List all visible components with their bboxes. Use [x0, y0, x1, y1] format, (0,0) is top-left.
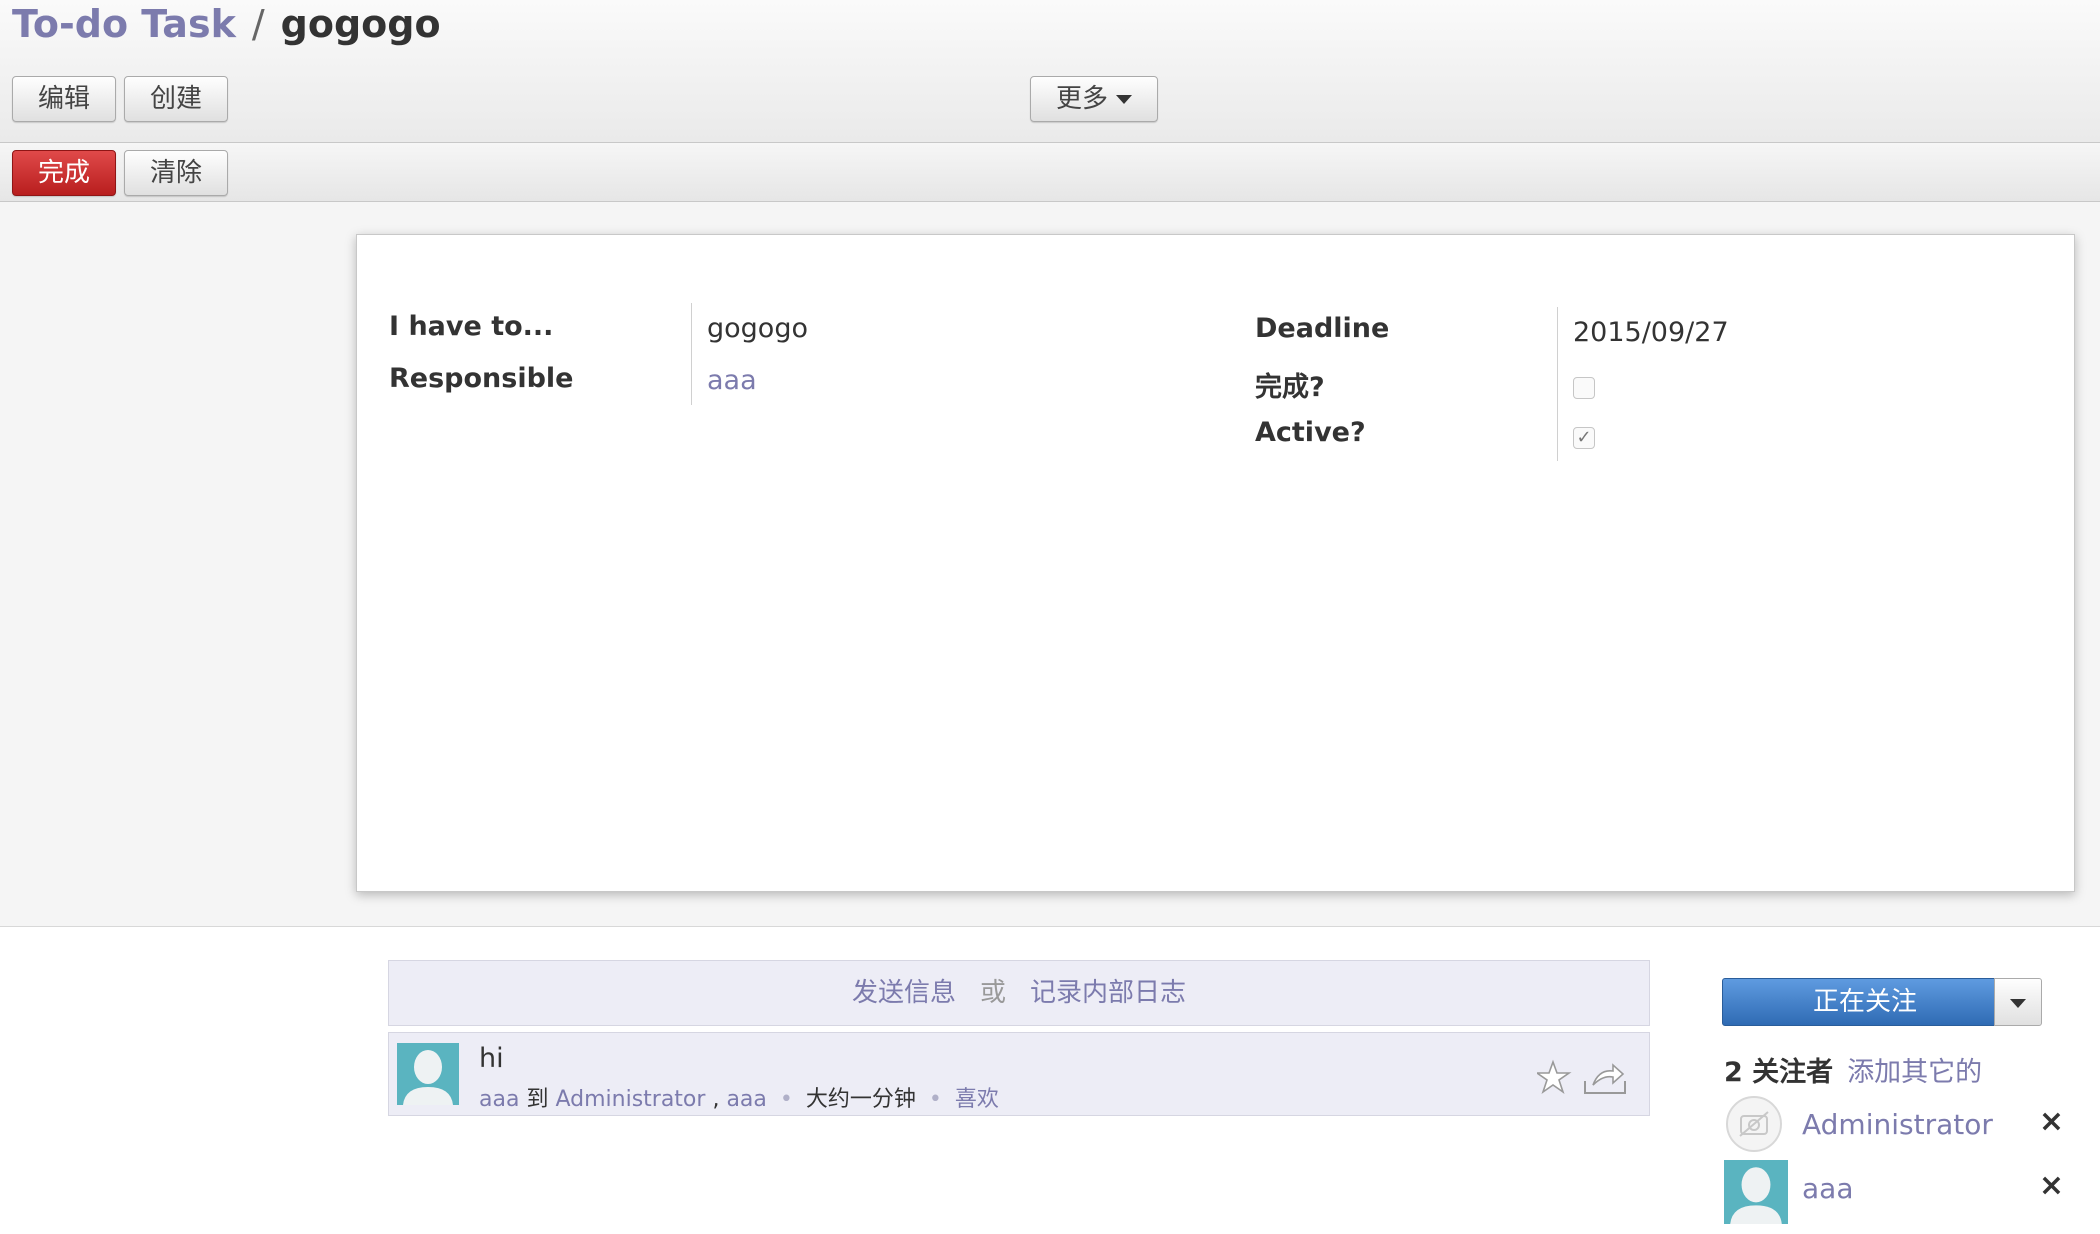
message-comma: ,	[712, 1087, 720, 1112]
follower-name-link[interactable]: Administrator	[1802, 1108, 1993, 1141]
message-recipient-link[interactable]: Administrator	[555, 1087, 705, 1112]
breadcrumb-separator: /	[251, 2, 265, 46]
like-link[interactable]: 喜欢	[955, 1087, 999, 1112]
person-silhouette-icon	[403, 1050, 453, 1105]
follow-options-dropdown[interactable]	[1994, 978, 2042, 1026]
star-icon[interactable]	[1534, 1059, 1572, 1095]
message-to-text: 到	[526, 1087, 549, 1112]
field-value-name: gogogo	[707, 313, 808, 344]
done-button[interactable]: 完成	[12, 150, 116, 196]
remove-follower-icon[interactable]: ×	[2039, 1168, 2064, 1203]
follower-item: Administrator ×	[1724, 1096, 2064, 1160]
field-value-responsible-link[interactable]: aaa	[707, 365, 757, 396]
field-divider-right	[1557, 307, 1558, 461]
follower-name-link[interactable]: aaa	[1802, 1172, 1853, 1205]
log-note-link[interactable]: 记录内部日志	[1030, 978, 1186, 1008]
field-value-deadline: 2015/09/27	[1573, 317, 1729, 348]
field-label-active: Active?	[1255, 417, 1366, 448]
create-button[interactable]: 创建	[124, 76, 228, 122]
breadcrumb-current: gogogo	[280, 2, 441, 46]
breadcrumb-parent-link[interactable]: To-do Task	[12, 2, 236, 46]
composer-or-text: 或	[979, 978, 1006, 1008]
more-button-label: 更多	[1055, 84, 1108, 114]
status-bar: 完成 清除	[0, 143, 2100, 202]
field-label-done: 完成?	[1255, 372, 1325, 403]
person-silhouette-icon	[1730, 1167, 1782, 1224]
chatter-composer-toggle: 发送信息或记录内部日志	[388, 960, 1650, 1026]
chatter-message: hi aaa 到 Administrator , aaa • 大约一分钟 • 喜…	[388, 1032, 1650, 1116]
form-sheet: I have to... Responsible gogogo aaa Dead…	[356, 234, 2075, 892]
field-label-deadline: Deadline	[1255, 313, 1390, 344]
message-actions	[1534, 1059, 1627, 1099]
followers-count: 2 关注者	[1724, 1057, 1834, 1088]
done-checkbox[interactable]	[1573, 377, 1595, 399]
more-dropdown-button[interactable]: 更多	[1030, 76, 1158, 122]
field-label-responsible: Responsible	[389, 363, 574, 394]
send-message-link[interactable]: 发送信息	[852, 978, 956, 1008]
camera-placeholder-icon	[1726, 1096, 1782, 1152]
message-time: 大约一分钟	[805, 1087, 916, 1112]
message-body: hi	[479, 1043, 504, 1074]
field-label-name: I have to...	[389, 311, 554, 342]
follower-item: aaa ×	[1724, 1160, 2064, 1224]
user-avatar-icon	[1724, 1160, 1788, 1224]
reply-icon[interactable]	[1584, 1063, 1626, 1094]
checkmark-icon: ✓	[1576, 427, 1592, 448]
active-checkbox[interactable]: ✓	[1573, 427, 1595, 449]
caret-down-icon	[2010, 999, 2026, 1008]
clear-button[interactable]: 清除	[124, 150, 228, 196]
user-avatar-icon[interactable]	[397, 1043, 459, 1105]
caret-down-icon	[1116, 95, 1132, 104]
edit-button[interactable]: 编辑	[12, 76, 116, 122]
meta-dot-separator: •	[779, 1087, 793, 1112]
field-divider-left	[691, 303, 692, 405]
breadcrumb: To-do Task / gogogo	[12, 2, 441, 46]
message-meta: aaa 到 Administrator , aaa • 大约一分钟 • 喜欢	[479, 1081, 999, 1113]
meta-dot-separator: •	[928, 1087, 942, 1112]
add-followers-link[interactable]: 添加其它的	[1847, 1057, 1982, 1088]
message-recipient-link[interactable]: aaa	[726, 1087, 766, 1112]
following-button[interactable]: 正在关注	[1722, 978, 2008, 1026]
followers-header: 2 关注者 添加其它的	[1724, 1050, 1982, 1089]
remove-follower-icon[interactable]: ×	[2039, 1104, 2064, 1139]
message-author-link[interactable]: aaa	[479, 1087, 519, 1112]
control-panel: To-do Task / gogogo 编辑 创建 更多	[0, 0, 2100, 143]
